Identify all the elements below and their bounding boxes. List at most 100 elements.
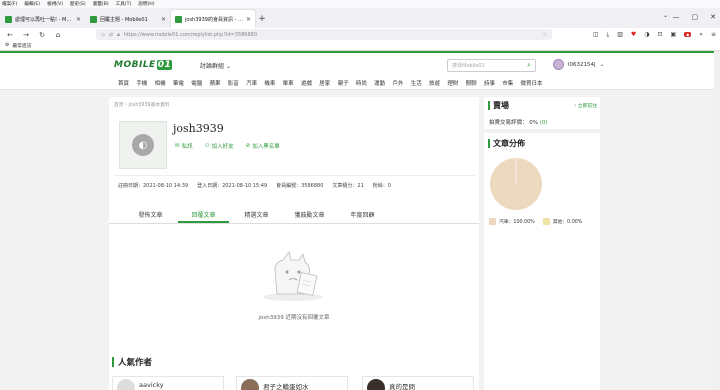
menu-icon[interactable]: ≡: [711, 31, 716, 38]
author-card[interactable]: 君子之輪蛋如水: [236, 376, 348, 390]
browser-tab[interactable]: 處理可以再吐一點! - Mobile01 ✕: [1, 10, 85, 28]
legend-item: 汽車：100.00%: [489, 218, 535, 225]
url-text[interactable]: https://www.mobile01.com/replylist.php?i…: [124, 32, 539, 38]
badge-extension-icon[interactable]: ◆: [684, 32, 692, 37]
forward-icon[interactable]: →: [22, 31, 30, 39]
permissions-icon[interactable]: ⇄: [109, 32, 113, 38]
category-item[interactable]: 單車: [283, 79, 301, 87]
download-icon[interactable]: ⤓: [607, 31, 610, 39]
tab-featured[interactable]: 精選文章: [231, 204, 282, 223]
menu-file[interactable]: 檔案(F): [2, 1, 17, 7]
addon-icon[interactable]: ▣: [671, 31, 677, 38]
avatar: [241, 379, 259, 390]
pie-legend: 汽車：100.00% 其他：0.00%: [489, 218, 582, 225]
lock-icon[interactable]: 🔒︎: [117, 32, 120, 38]
author-name[interactable]: 君子之輪蛋如水: [263, 381, 309, 390]
bookmark-most-visited[interactable]: 最常造訪: [12, 42, 31, 49]
mobile01-favicon-icon: [5, 15, 12, 23]
category-item[interactable]: 市集: [502, 79, 520, 87]
shield-extension-icon[interactable]: ♥: [631, 31, 636, 38]
distribution-heading: 文章分佈: [488, 138, 525, 149]
author-card[interactable]: aavicky: [112, 376, 224, 390]
screenshot-icon[interactable]: ⊡: [658, 31, 663, 38]
shop-link[interactable]: › 立即前往: [574, 102, 597, 109]
bookmark-star-icon[interactable]: ☆: [543, 32, 547, 38]
browser-tab[interactable]: 回覆主題 - Mobile01 ✕: [86, 10, 170, 28]
distribution-pie-chart: [490, 158, 542, 210]
extension-icon[interactable]: ◑: [644, 31, 649, 38]
author-card[interactable]: 真的是問: [362, 376, 474, 390]
category-item[interactable]: 理財: [447, 79, 465, 87]
tab-encouraged[interactable]: 獲鼓勵文章: [284, 204, 335, 223]
popular-authors-heading: 人氣作者: [112, 356, 152, 368]
category-item[interactable]: 親子: [338, 79, 356, 87]
author-name[interactable]: 真的是問: [389, 381, 415, 390]
category-item[interactable]: 機車: [264, 79, 282, 87]
menu-history[interactable]: 歷史(S): [70, 1, 86, 7]
menu-bookmarks[interactable]: 書籤(B): [93, 1, 109, 7]
menu-edit[interactable]: 編輯(E): [24, 1, 40, 7]
category-item[interactable]: 生活: [411, 79, 429, 87]
category-item[interactable]: 汽車: [246, 79, 264, 87]
category-item[interactable]: 遊戲: [301, 79, 319, 87]
tab-posts[interactable]: 發佈文章: [125, 204, 176, 223]
category-item[interactable]: 蘋果: [209, 79, 227, 87]
back-icon[interactable]: ←: [6, 31, 14, 39]
category-item[interactable]: 電腦: [191, 79, 209, 87]
category-item[interactable]: 筆電: [173, 79, 191, 87]
page-scrollbar[interactable]: [714, 51, 720, 390]
close-icon[interactable]: ✕: [76, 16, 81, 23]
shop-title: 賣場: [493, 101, 509, 110]
reload-icon[interactable]: ↻: [38, 31, 46, 39]
search-placeholder: 搜尋Mobile01: [452, 63, 485, 69]
tab-title: josh3939的會員資訊 - Mobile01: [185, 16, 243, 23]
url-bar[interactable]: ◇ ⇄ 🔒︎ https://www.mobile01.com/replylis…: [96, 29, 552, 40]
search-icon[interactable]: ⌕: [527, 61, 531, 70]
add-friend-button[interactable]: ⚇ 加入好友: [205, 142, 234, 150]
category-item[interactable]: 運動: [374, 79, 392, 87]
tab-replies[interactable]: 回覆文章: [178, 204, 229, 223]
add-blacklist-button[interactable]: ⊘ 加入黑名單: [246, 142, 280, 150]
mobile01-logo[interactable]: MOBILE 01: [114, 59, 176, 71]
new-tab-button[interactable]: +: [255, 10, 269, 28]
maximize-icon[interactable]: ▢: [692, 13, 699, 21]
close-icon[interactable]: ✕: [161, 16, 166, 23]
category-item[interactable]: 相機: [155, 79, 173, 87]
profile-card: 首頁 › josh3939基本資料 ◐ josh3939 ✉ 私訊 ⚇ 加入好友…: [109, 97, 479, 390]
user-menu[interactable]: l0632154j ⌄: [553, 59, 604, 70]
category-item[interactable]: 首頁: [118, 79, 136, 87]
category-item[interactable]: 詩事: [484, 79, 502, 87]
minimize-icon[interactable]: —: [673, 13, 680, 21]
close-icon[interactable]: ✕: [246, 16, 251, 23]
mobile01-favicon-icon: [90, 15, 97, 23]
menu-help[interactable]: 說明(H): [138, 1, 154, 7]
category-item[interactable]: 戶外: [392, 79, 410, 87]
author-name[interactable]: aavicky: [139, 381, 164, 389]
menu-view[interactable]: 檢視(V): [47, 1, 63, 7]
overflow-icon[interactable]: »: [699, 31, 703, 38]
pocket-icon[interactable]: ◫: [593, 31, 599, 38]
library-icon[interactable]: ▥: [617, 31, 623, 38]
menu-tools[interactable]: 工具(T): [116, 1, 132, 7]
mobile01-favicon-icon: [175, 15, 182, 23]
category-item[interactable]: 閒聊: [466, 79, 484, 87]
forum-group-dropdown[interactable]: 討論群組 ⌄: [200, 61, 231, 70]
home-icon[interactable]: ⌂: [54, 31, 62, 39]
stat-login-date: 登入日期：2021-08-10 15:49: [197, 183, 268, 189]
shield-icon[interactable]: ◇: [101, 32, 105, 38]
list-tabs-icon[interactable]: ⌄: [663, 12, 668, 19]
profile-stats: 註冊日期：2021-08-10 14:39 登入日期：2021-08-10 15…: [118, 182, 391, 189]
category-item[interactable]: 旅遊: [429, 79, 447, 87]
category-item[interactable]: 居家: [319, 79, 337, 87]
tab-yearly-review[interactable]: 年度回顧: [337, 204, 388, 223]
close-window-icon[interactable]: ✕: [710, 13, 716, 21]
breadcrumb[interactable]: 首頁 › josh3939基本資料: [114, 101, 170, 108]
category-item[interactable]: 時尚: [356, 79, 374, 87]
message-button[interactable]: ✉ 私訊: [175, 142, 193, 150]
browser-tab-active[interactable]: josh3939的會員資訊 - Mobile01 ✕: [171, 10, 255, 28]
nav-bar: ← → ↻ ⌂ ◇ ⇄ 🔒︎ https://www.mobile01.com/…: [0, 28, 720, 41]
site-search-input[interactable]: 搜尋Mobile01 ⌕: [447, 59, 536, 72]
category-item[interactable]: 微買日本: [521, 79, 543, 87]
category-item[interactable]: 手機: [136, 79, 154, 87]
category-item[interactable]: 影音: [228, 79, 246, 87]
